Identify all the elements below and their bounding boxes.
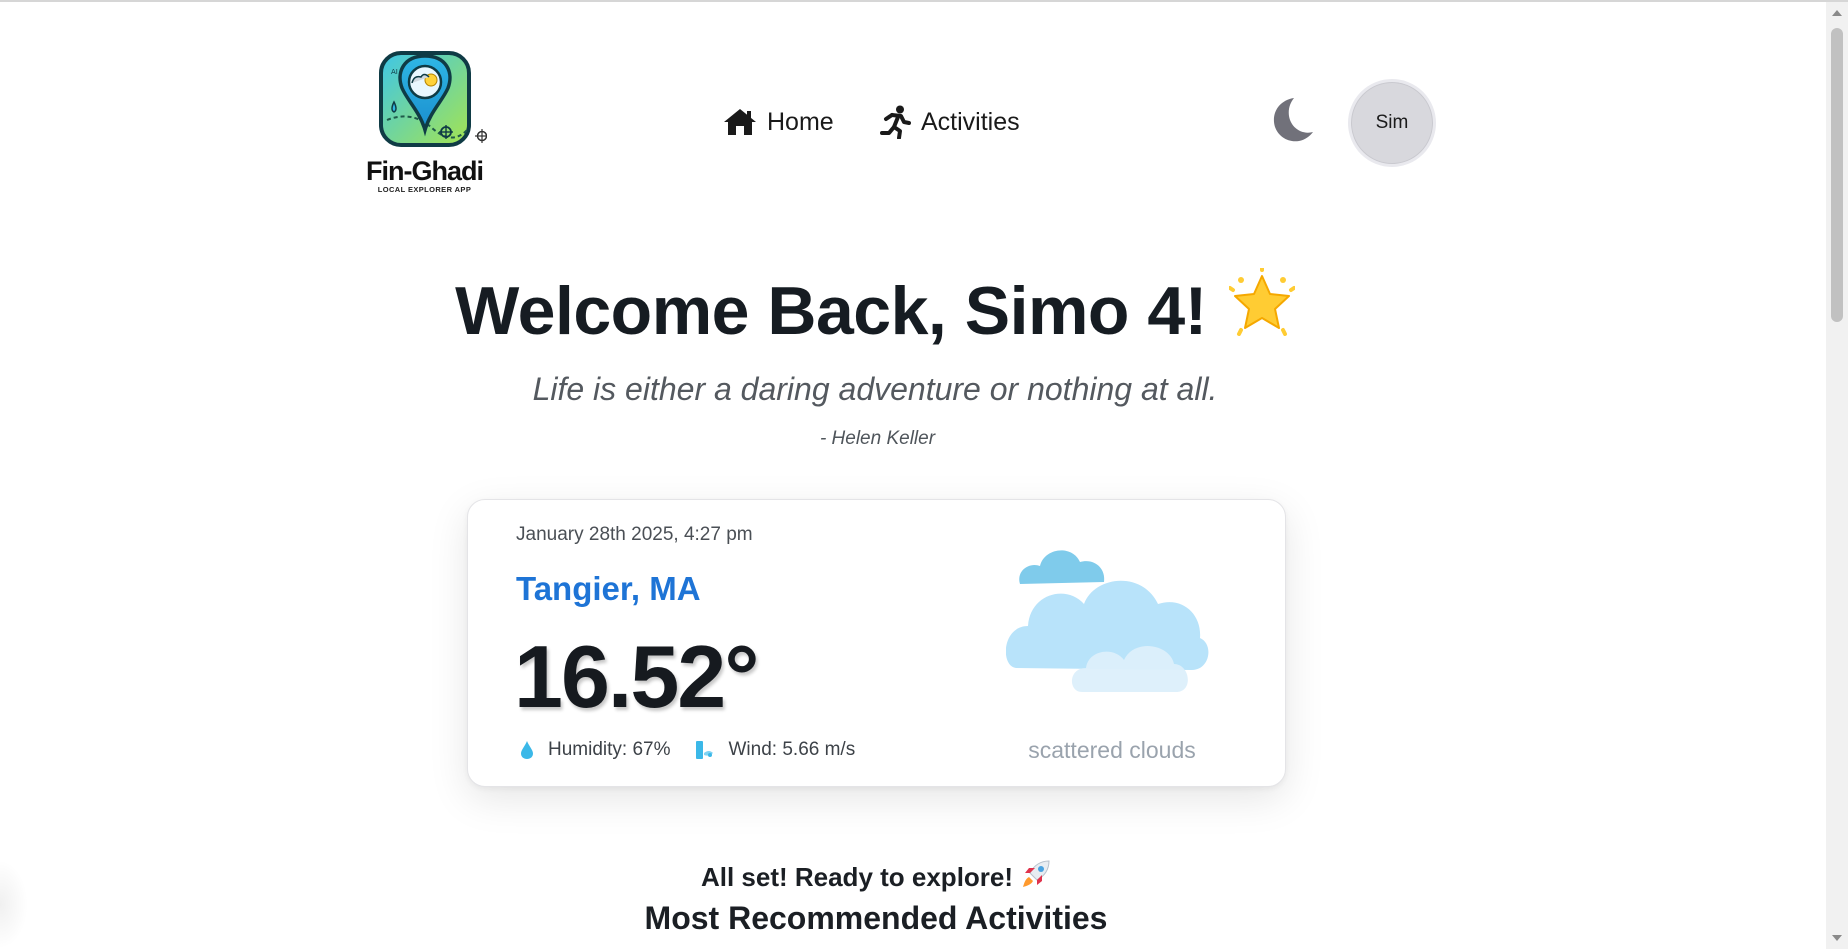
humidity-stat: Humidity: 67% [520, 739, 671, 761]
glowing-star-icon [1227, 266, 1296, 352]
weather-temperature: 16.52° [514, 627, 759, 726]
user-avatar[interactable]: Sim [1348, 79, 1436, 167]
weather-stats: Humidity: 67% Wind: 5.66 m/s [520, 739, 855, 761]
scroll-down-arrow-icon[interactable] [1832, 935, 1842, 941]
section-heading: Most Recommended Activities [644, 900, 1108, 936]
logo-wordmark: Fin-Ghadi [366, 156, 484, 186]
scattered-clouds-icon [1005, 534, 1216, 694]
wind-text: Wind: 5.66 m/s [728, 739, 856, 760]
weather-datetime: January 28th 2025, 4:27 pm [516, 524, 753, 545]
browser-top-border [0, 0, 1848, 2]
weather-description: scattered clouds [1028, 737, 1196, 763]
ready-status-text: All set! Ready to explore! [700, 862, 1014, 892]
nav-home-link[interactable]: Home [723, 100, 834, 144]
nav-activities-link[interactable]: Activities [879, 100, 1020, 144]
humidity-text: Humidity: 67% [548, 739, 671, 760]
scroll-up-arrow-icon[interactable] [1832, 10, 1842, 16]
weather-card: January 28th 2025, 4:27 pm Tangier, MA 1… [467, 499, 1286, 787]
ready-status: All set! Ready to explore! [0, 859, 1752, 896]
water-drop-icon [521, 741, 533, 759]
dark-mode-toggle[interactable] [1264, 94, 1316, 146]
welcome-heading: Welcome Back, Simo 4! [0, 266, 1750, 352]
logo-tagline: LOCAL EXPLORER APP [377, 185, 472, 194]
nav-activities-label: Activities [921, 107, 1020, 136]
scrollbar-thumb[interactable] [1831, 28, 1843, 322]
home-icon [724, 109, 756, 135]
edge-shadow [0, 860, 28, 949]
wind-icon [695, 741, 713, 759]
page-scrollbar[interactable] [1826, 2, 1848, 949]
logo-map-pin-icon: AI [379, 51, 488, 147]
quote-author: - Helen Keller [819, 428, 936, 449]
welcome-text: Welcome Back, Simo 4! [455, 273, 1207, 349]
hero-quote: Life is either a daring adventure or not… [532, 371, 1218, 407]
wind-stat: Wind: 5.66 m/s [695, 739, 856, 761]
rocket-icon [1021, 859, 1051, 896]
nav-home-label: Home [767, 107, 834, 136]
svg-text:AI: AI [391, 68, 398, 76]
avatar-initials: Sim [1375, 112, 1409, 133]
weather-location: Tangier, MA [516, 570, 701, 607]
running-person-icon [880, 105, 911, 139]
app-logo[interactable]: AI Fin-Ghadi LOCAL EXPLORER APP [362, 50, 512, 198]
moon-icon [1273, 98, 1313, 142]
